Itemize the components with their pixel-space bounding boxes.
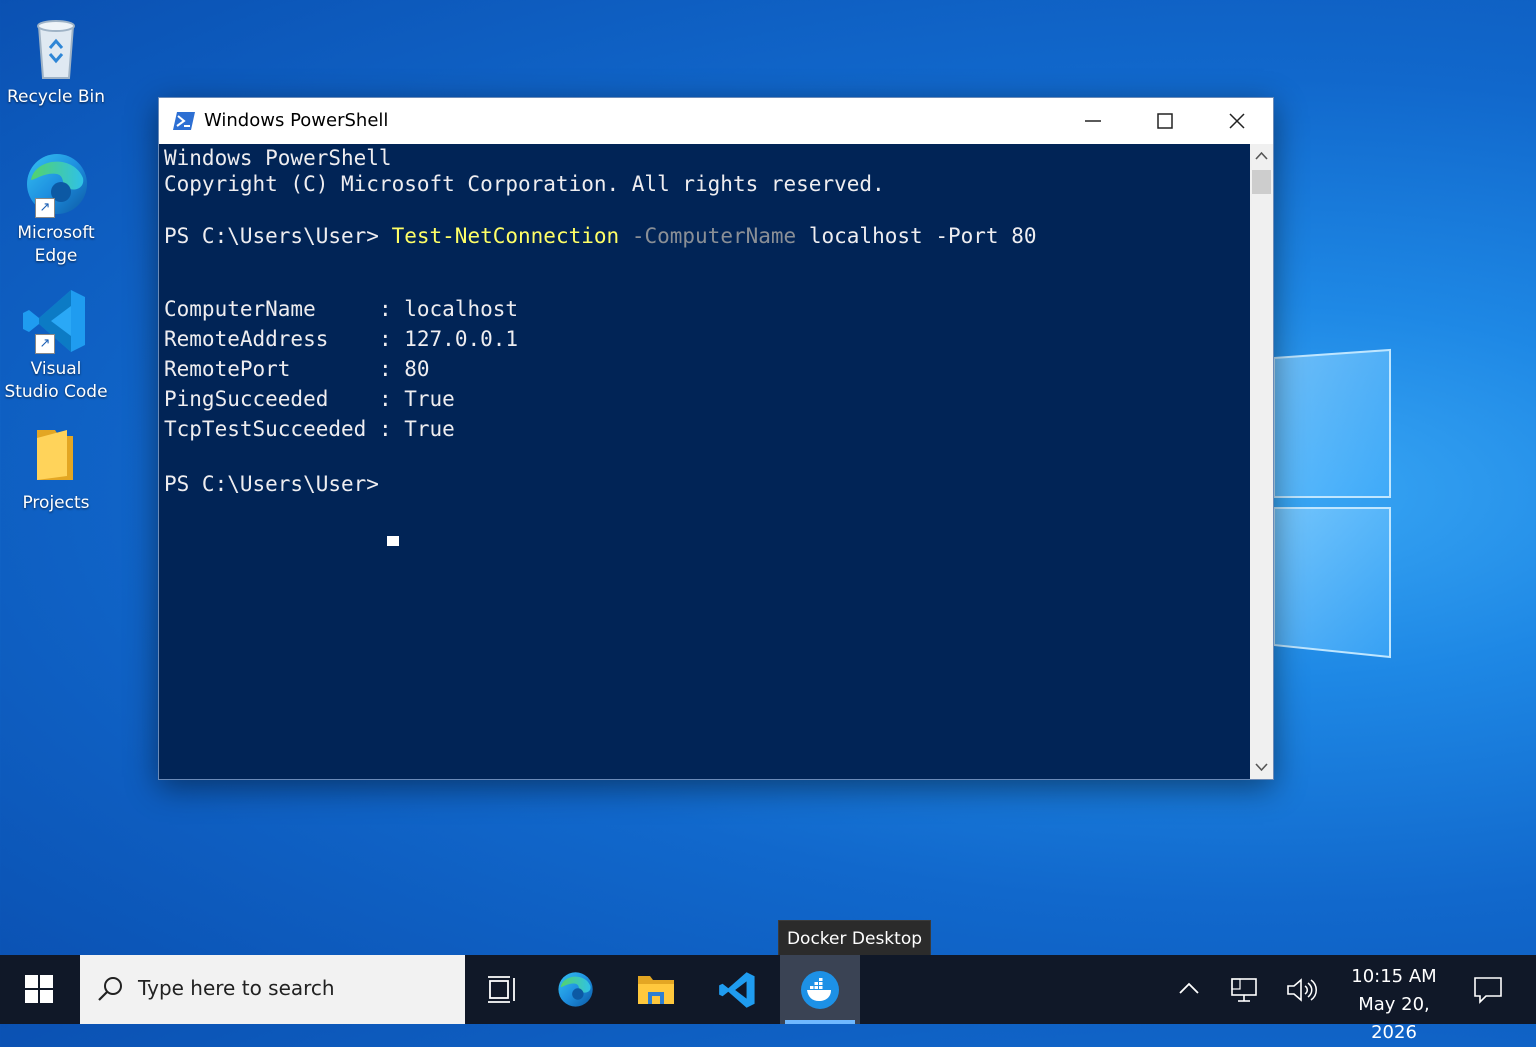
search-placeholder: Type here to search xyxy=(138,976,335,1000)
maximize-icon xyxy=(1157,113,1173,129)
result-row: ComputerName : localhost xyxy=(164,297,518,321)
result-key: TcpTestSucceeded xyxy=(164,417,379,441)
command-parameter: -Port xyxy=(935,224,999,248)
taskbar: Type here to search 10:15 AM May 20, 202… xyxy=(0,955,1536,1043)
vscode-icon xyxy=(719,972,755,1008)
minimize-icon xyxy=(1085,120,1101,122)
command-argument: localhost xyxy=(808,224,923,248)
volume-icon xyxy=(1287,978,1317,1002)
scroll-up-icon[interactable] xyxy=(1253,148,1270,164)
result-row: TcpTestSucceeded : True xyxy=(164,417,455,441)
edge-icon xyxy=(558,972,593,1007)
taskbar-search-box[interactable]: Type here to search xyxy=(80,955,465,1024)
result-key: ComputerName xyxy=(164,297,379,321)
final-prompt: PS C:\Users\User> xyxy=(164,472,379,496)
search-icon xyxy=(98,977,122,1001)
chevron-up-icon xyxy=(1179,982,1199,994)
result-separator: : xyxy=(378,327,392,351)
docker-icon xyxy=(801,971,839,1009)
result-value: localhost xyxy=(404,297,519,321)
clock-time: 10:15 AM xyxy=(1351,966,1437,987)
result-separator: : xyxy=(378,417,392,441)
scrollbar-thumb[interactable] xyxy=(1252,170,1271,194)
shortcut-arrow-icon: ↗ xyxy=(35,198,55,218)
action-center-button[interactable] xyxy=(1468,955,1528,1024)
command-name: Test-NetConnection xyxy=(391,224,620,248)
taskbar-file-explorer-button[interactable] xyxy=(616,955,696,1024)
result-row: PingSucceeded : True xyxy=(164,387,455,411)
taskbar-docker-button[interactable] xyxy=(780,955,860,1024)
window-title: Windows PowerShell xyxy=(204,110,389,131)
desktop-icon-vscode[interactable]: ↗ Visual Studio Code xyxy=(0,286,112,404)
desktop-icon-projects[interactable]: Projects xyxy=(0,420,112,515)
volume-tray-button[interactable] xyxy=(1278,955,1322,1024)
result-separator: : xyxy=(378,297,392,321)
text-cursor xyxy=(387,536,399,546)
result-value: 80 xyxy=(404,357,430,381)
desktop-icon-label: Projects xyxy=(22,493,90,513)
minimize-button[interactable] xyxy=(1057,98,1129,144)
powershell-icon xyxy=(173,112,195,130)
shortcut-arrow-icon: ↗ xyxy=(35,334,55,354)
notification-icon xyxy=(1474,977,1502,1004)
task-view-button[interactable] xyxy=(463,955,543,1024)
edge-icon xyxy=(27,154,87,214)
result-key: RemotePort xyxy=(164,357,379,381)
start-button[interactable] xyxy=(0,955,79,1024)
result-separator: : xyxy=(378,357,392,381)
clock-date: May 20, 2026 xyxy=(1358,994,1430,1043)
show-hidden-icons-button[interactable] xyxy=(1167,955,1211,1024)
desktop-icon-label: Recycle Bin xyxy=(6,87,105,107)
maximize-button[interactable] xyxy=(1129,98,1201,144)
task-view-icon xyxy=(488,976,515,1003)
active-app-indicator xyxy=(785,1020,855,1024)
console-copyright-line: Copyright (C) Microsoft Corporation. All… xyxy=(164,172,885,196)
scroll-down-icon[interactable] xyxy=(1253,759,1270,775)
close-button[interactable] xyxy=(1201,98,1273,144)
console-output[interactable]: Windows PowerShell Copyright (C) Microso… xyxy=(159,144,1249,779)
result-separator: : xyxy=(378,387,392,411)
result-row: RemotePort : 80 xyxy=(164,357,430,381)
result-row: RemoteAddress : 127.0.0.1 xyxy=(164,327,518,351)
result-value: True xyxy=(404,387,455,411)
windows-start-icon xyxy=(25,975,53,1003)
result-key: PingSucceeded xyxy=(164,387,379,411)
prompt: PS C:\Users\User> xyxy=(164,224,379,248)
vertical-scrollbar[interactable] xyxy=(1250,144,1273,779)
result-value: 127.0.0.1 xyxy=(404,327,519,351)
console-header-line: Windows PowerShell xyxy=(164,146,392,170)
title-bar[interactable]: Windows PowerShell xyxy=(159,98,1273,144)
powershell-window[interactable]: Windows PowerShell Windows PowerShell Co… xyxy=(158,97,1274,780)
desktop-icon-label: Microsoft Edge xyxy=(17,223,95,266)
command-parameter: -ComputerName xyxy=(631,224,797,248)
desktop-icon-edge[interactable]: ↗ Microsoft Edge xyxy=(0,150,112,268)
network-tray-button[interactable] xyxy=(1222,955,1266,1024)
recycle-bin-icon xyxy=(37,20,75,79)
result-key: RemoteAddress xyxy=(164,327,379,351)
command-line: PS C:\Users\User> Test-NetConnection -Co… xyxy=(164,224,1036,248)
network-icon xyxy=(1231,978,1257,1002)
desktop-icon-label: Visual Studio Code xyxy=(4,359,108,402)
taskbar-vscode-button[interactable] xyxy=(698,955,778,1024)
taskbar-tooltip: Docker Desktop xyxy=(778,920,931,958)
taskbar-clock[interactable]: 10:15 AM May 20, 2026 xyxy=(1334,963,1454,1047)
taskbar-edge-button[interactable] xyxy=(535,955,615,1024)
desktop-icon-recycle-bin[interactable]: Recycle Bin xyxy=(0,14,112,109)
close-icon xyxy=(1229,113,1245,129)
vscode-icon xyxy=(23,290,85,352)
folder-icon xyxy=(37,430,73,480)
file-explorer-icon xyxy=(638,976,674,1004)
command-argument: 80 xyxy=(1011,224,1037,248)
result-value: True xyxy=(404,417,455,441)
